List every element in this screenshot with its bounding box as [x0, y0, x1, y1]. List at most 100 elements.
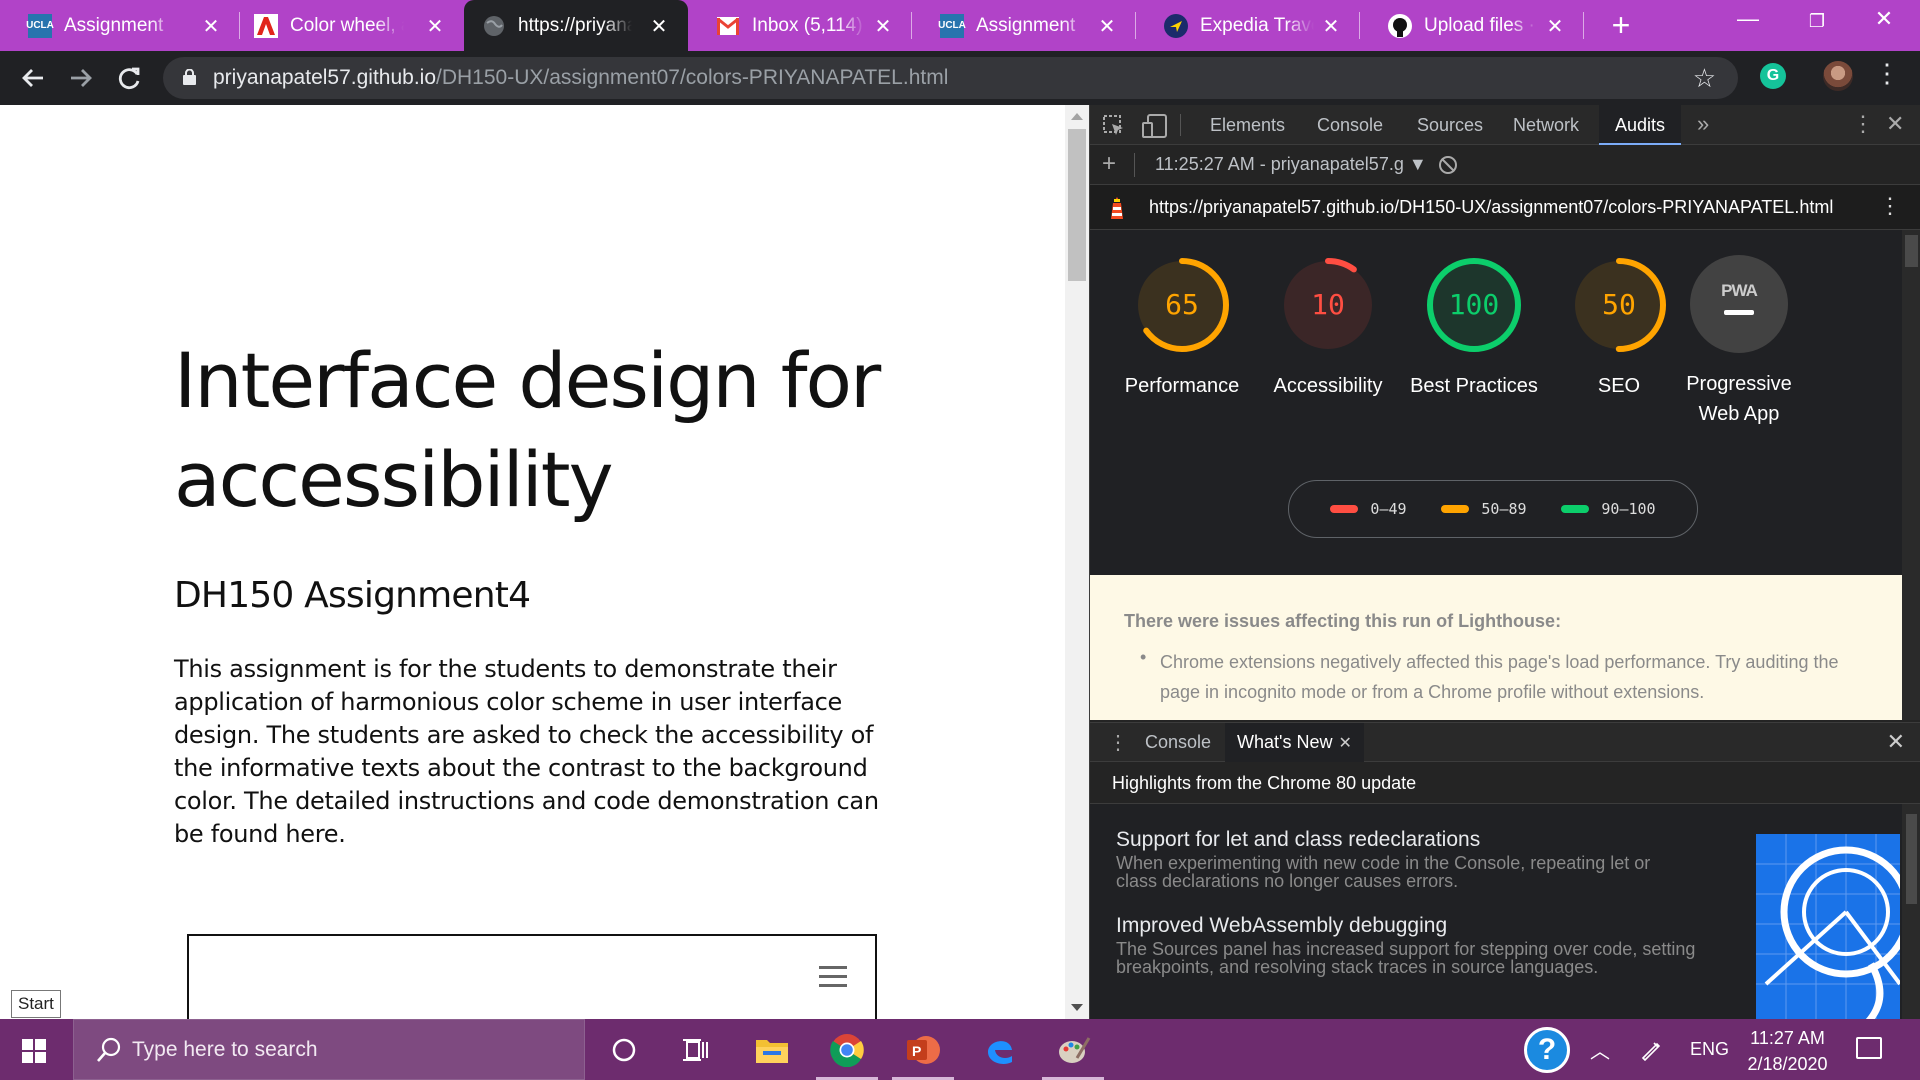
devtools-tab-elements[interactable]: Elements: [1210, 105, 1285, 145]
tab-title: https://priyanap: [518, 14, 632, 36]
close-tab-icon[interactable]: ✕: [424, 14, 446, 39]
bullet: •: [1140, 647, 1147, 667]
language-indicator[interactable]: ENG: [1690, 1019, 1729, 1080]
reload-icon[interactable]: [111, 60, 147, 96]
adobe-icon: [254, 13, 278, 38]
item-description: When experimenting with new code in the …: [1116, 853, 1651, 891]
close-tab-icon[interactable]: ✕: [1320, 14, 1342, 39]
new-tab-button[interactable]: +: [1606, 7, 1636, 44]
audit-run-select[interactable]: 11:25:27 AM - priyanapatel57.g ▼: [1155, 154, 1427, 175]
gauge-seo[interactable]: 50 SEO: [1549, 255, 1689, 401]
drawer-tab-label: What's New: [1237, 732, 1333, 752]
tab-title: Inbox (5,114) - p: [752, 14, 866, 36]
restore-icon[interactable]: ❐: [1797, 11, 1837, 32]
browser-toolbar: priyanapatel57.github.io/DH150-UX/assign…: [0, 51, 1920, 105]
devtools-tab-audits[interactable]: Audits: [1599, 105, 1682, 145]
tab-gmail-inbox[interactable]: Inbox (5,114) - p ✕: [688, 0, 912, 51]
gauge-ring: 50: [1572, 258, 1666, 352]
tab-color-wheel[interactable]: Color wheel, a c ✕: [240, 0, 464, 51]
file-explorer-icon[interactable]: [752, 1030, 792, 1070]
legend-range: 0–49: [1370, 500, 1407, 518]
close-drawer-icon[interactable]: ✕: [1887, 729, 1905, 755]
audits-toolbar: + 11:25:27 AM - priyanapatel57.g ▼: [1090, 145, 1920, 185]
clock-date: 2/18/2020: [1747, 1054, 1828, 1074]
devtools-menu-icon[interactable]: ⋮: [1852, 111, 1874, 137]
gauge-performance[interactable]: 65 Performance: [1112, 255, 1252, 401]
new-audit-icon[interactable]: +: [1102, 150, 1116, 178]
browser-menu-icon[interactable]: ⋮: [1874, 58, 1900, 89]
gauge-best-practices[interactable]: 100 Best Practices: [1404, 255, 1544, 401]
gauge-pwa[interactable]: PWA Progressive Web App: [1669, 255, 1809, 429]
cortana-icon[interactable]: [604, 1030, 644, 1070]
inspect-element-icon[interactable]: [1102, 114, 1126, 144]
task-view-icon[interactable]: [676, 1030, 716, 1070]
demo-frame: [187, 934, 877, 1019]
devtools-tabbar: Elements Console Sources Network Audits …: [1090, 105, 1920, 145]
scroll-up-arrow-icon[interactable]: [1071, 113, 1083, 120]
close-window-icon[interactable]: ✕: [1864, 6, 1904, 32]
whats-new-scrollbar[interactable]: [1902, 804, 1920, 1019]
gauge-ring: 65: [1135, 258, 1229, 352]
gauge-score: 65: [1165, 288, 1199, 321]
devtools-panel: Elements Console Sources Network Audits …: [1089, 105, 1920, 1019]
help-icon[interactable]: ?: [1524, 1027, 1570, 1073]
edge-icon[interactable]: [980, 1030, 1020, 1070]
drawer-tab-whats-new[interactable]: What's New ✕: [1225, 723, 1364, 762]
device-toolbar-icon[interactable]: [1142, 114, 1168, 144]
devtools-tab-sources[interactable]: Sources: [1417, 105, 1483, 145]
webpage-viewport: Interface design for accessibility DH150…: [0, 105, 1065, 1019]
drawer-menu-icon[interactable]: ⋮: [1108, 730, 1128, 755]
tab-separator: [1583, 12, 1584, 39]
whats-new-title: Highlights from the Chrome 80 update: [1112, 773, 1417, 793]
tab-ucla-assignment-2[interactable]: UCLA Assignment ✕: [912, 0, 1136, 51]
page-scrollbar[interactable]: [1065, 105, 1089, 1019]
devtools-tab-console[interactable]: Console: [1317, 105, 1383, 145]
whats-new-item[interactable]: Improved WebAssembly debugging The Sourc…: [1116, 912, 1696, 976]
scroll-down-arrow-icon[interactable]: [1071, 1004, 1083, 1011]
scrollbar-thumb[interactable]: [1068, 129, 1086, 281]
tab-github-upload[interactable]: Upload files · pr ✕: [1360, 0, 1584, 51]
close-tab-icon[interactable]: ✕: [200, 14, 222, 39]
page-body-text: This assignment is for the students to d…: [174, 655, 879, 848]
windows-start-icon[interactable]: [22, 1039, 46, 1063]
forward-arrow-icon[interactable]: [63, 60, 99, 96]
scrollbar-thumb[interactable]: [1905, 235, 1918, 267]
back-arrow-icon[interactable]: [15, 60, 51, 96]
audit-run-label: 11:25:27 AM - priyanapatel57.g: [1155, 154, 1404, 174]
grammarly-extension-icon[interactable]: G: [1760, 63, 1786, 89]
profile-avatar[interactable]: [1823, 61, 1853, 91]
close-tab-icon[interactable]: ✕: [1096, 14, 1118, 39]
show-hidden-icons-chevron-icon[interactable]: ︿: [1590, 1019, 1610, 1080]
close-tab-icon[interactable]: ✕: [1338, 735, 1351, 752]
address-bar[interactable]: priyanapatel57.github.io/DH150-UX/assign…: [163, 57, 1738, 99]
tab-ucla-assignment-1[interactable]: UCLA Assignment ✕: [0, 0, 240, 51]
powerpoint-icon[interactable]: P: [903, 1030, 943, 1070]
hamburger-menu-icon[interactable]: [819, 966, 847, 993]
close-devtools-icon[interactable]: ✕: [1886, 111, 1904, 137]
warning-item: Chrome extensions negatively affected th…: [1160, 652, 1839, 702]
report-scrollbar[interactable]: [1902, 230, 1920, 720]
bookmark-star-icon[interactable]: ☆: [1693, 63, 1716, 94]
more-tabs-chevron-icon[interactable]: »: [1697, 111, 1709, 137]
devtools-tab-network[interactable]: Network: [1513, 105, 1579, 145]
scrollbar-thumb[interactable]: [1906, 814, 1917, 904]
minimize-icon[interactable]: —: [1728, 6, 1768, 32]
paint-icon[interactable]: [1054, 1030, 1094, 1070]
system-clock[interactable]: 11:27 AM 2/18/2020: [1740, 1025, 1835, 1077]
close-tab-icon[interactable]: ✕: [872, 14, 894, 39]
close-tab-icon[interactable]: ✕: [1544, 14, 1566, 39]
gauge-accessibility[interactable]: 10 Accessibility: [1258, 255, 1398, 401]
chrome-taskbar-icon[interactable]: [827, 1030, 867, 1070]
report-menu-icon[interactable]: ⋮: [1879, 193, 1901, 219]
tab-expedia[interactable]: Expedia Travel: S ✕: [1136, 0, 1360, 51]
notifications-icon[interactable]: [1856, 1037, 1882, 1059]
lighthouse-report-url[interactable]: https://priyanapatel57.github.io/DH150-U…: [1149, 197, 1833, 218]
taskbar-search-box[interactable]: Type here to search: [73, 1019, 585, 1080]
url-text: priyanapatel57.github.io/DH150-UX/assign…: [213, 66, 948, 90]
clear-all-icon[interactable]: [1439, 156, 1457, 174]
pen-icon[interactable]: [1640, 1019, 1662, 1080]
drawer-tab-console[interactable]: Console: [1145, 723, 1211, 761]
whats-new-item[interactable]: Support for let and class redeclarations…: [1116, 826, 1696, 890]
tab-priyanapatel-active[interactable]: https://priyanap ✕: [464, 0, 688, 51]
close-tab-icon[interactable]: ✕: [648, 14, 670, 39]
